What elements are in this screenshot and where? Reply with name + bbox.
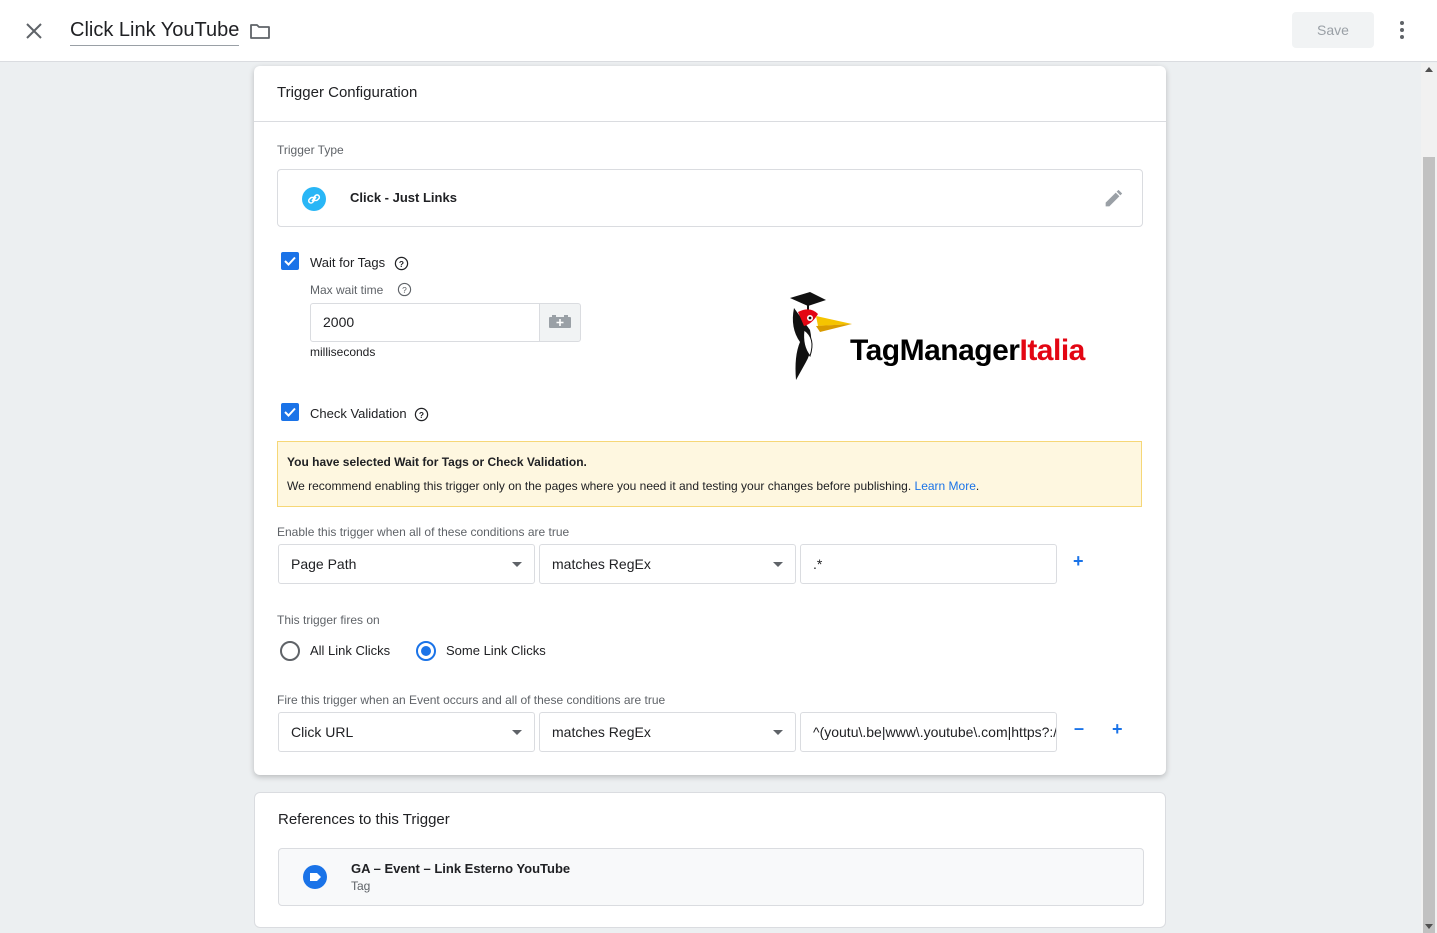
- help-icon[interactable]: ?: [414, 407, 429, 422]
- page-scrollbar[interactable]: [1421, 63, 1437, 933]
- pencil-icon[interactable]: [1102, 188, 1124, 210]
- referenced-tag-name: GA – Event – Link Esterno YouTube: [351, 861, 571, 876]
- warning-title: You have selected Wait for Tags or Check…: [287, 455, 587, 469]
- max-wait-time-input[interactable]: 2000: [310, 303, 540, 342]
- trigger-configuration-card: Trigger Configuration Trigger Type Click…: [254, 66, 1166, 775]
- wait-for-tags-checkbox[interactable]: [281, 252, 299, 270]
- add-enable-condition-button[interactable]: +: [1073, 551, 1084, 572]
- scroll-thumb[interactable]: [1423, 157, 1435, 933]
- enable-variable-select[interactable]: Page Path: [278, 544, 535, 584]
- all-link-clicks-label: All Link Clicks: [310, 643, 391, 658]
- folder-icon[interactable]: [248, 19, 272, 43]
- all-link-clicks-radio[interactable]: [280, 641, 300, 661]
- tagmanageritalia-logo: TagManagerItalia: [780, 290, 1125, 382]
- fire-conditions-label: Fire this trigger when an Event occurs a…: [277, 693, 666, 707]
- referenced-tag-item[interactable]: GA – Event – Link Esterno YouTube Tag: [278, 848, 1144, 906]
- some-link-clicks-label: Some Link Clicks: [446, 643, 546, 658]
- variable-picker-button[interactable]: [539, 303, 581, 342]
- trigger-type-label: Trigger Type: [277, 143, 344, 157]
- enable-operator-select[interactable]: matches RegEx: [539, 544, 796, 584]
- woodpecker-mascot-icon: [790, 292, 852, 380]
- close-icon[interactable]: [22, 19, 46, 43]
- check-validation-checkbox[interactable]: [281, 403, 299, 421]
- more-vert-icon[interactable]: [1390, 18, 1414, 42]
- svg-text:?: ?: [419, 410, 424, 420]
- trigger-type-selector[interactable]: Click - Just Links: [277, 169, 1143, 227]
- references-title: References to this Trigger: [278, 811, 450, 828]
- help-icon[interactable]: ?: [397, 282, 412, 297]
- chevron-down-icon: [512, 730, 522, 735]
- tag-icon: [303, 865, 327, 889]
- learn-more-link[interactable]: Learn More: [915, 479, 976, 493]
- link-icon: [302, 187, 326, 211]
- enable-value-input[interactable]: .*: [800, 544, 1057, 584]
- fire-value-input[interactable]: ^(youtu\.be|www\.youtube\.com|https?://): [800, 712, 1057, 752]
- enable-conditions-label: Enable this trigger when all of these co…: [277, 525, 570, 539]
- variable-icon: [549, 315, 571, 328]
- add-fire-condition-button[interactable]: +: [1112, 719, 1123, 740]
- svg-text:?: ?: [402, 285, 407, 295]
- scroll-up-arrow-icon[interactable]: [1425, 67, 1433, 72]
- chevron-down-icon: [512, 562, 522, 567]
- help-icon[interactable]: ?: [394, 256, 409, 271]
- fires-on-label: This trigger fires on: [277, 613, 380, 627]
- scroll-down-arrow-icon[interactable]: [1425, 924, 1433, 929]
- warning-body: We recommend enabling this trigger only …: [287, 479, 980, 493]
- validation-warning-banner: You have selected Wait for Tags or Check…: [277, 441, 1142, 507]
- wait-for-tags-label: Wait for Tags: [310, 255, 386, 270]
- check-validation-label: Check Validation: [310, 406, 407, 421]
- fire-variable-select[interactable]: Click URL: [278, 712, 535, 752]
- logo-wordmark: TagManagerItalia: [850, 334, 1085, 367]
- references-card: References to this Trigger GA – Event – …: [254, 792, 1166, 928]
- wait-time-unit: milliseconds: [310, 345, 376, 359]
- card-title: Trigger Configuration: [254, 66, 1166, 122]
- trigger-name-field[interactable]: Click Link YouTube: [70, 18, 240, 46]
- some-link-clicks-radio[interactable]: [416, 641, 436, 661]
- trigger-type-name: Click - Just Links: [350, 190, 457, 205]
- chevron-down-icon: [773, 562, 783, 567]
- save-button[interactable]: Save: [1292, 12, 1374, 48]
- svg-text:?: ?: [399, 259, 404, 269]
- referenced-tag-type: Tag: [351, 879, 371, 893]
- remove-fire-condition-button[interactable]: –: [1074, 718, 1084, 739]
- top-bar: Click Link YouTube Save: [0, 0, 1437, 62]
- max-wait-time-label: Max wait time: [310, 283, 384, 297]
- chevron-down-icon: [773, 730, 783, 735]
- fire-operator-select[interactable]: matches RegEx: [539, 712, 796, 752]
